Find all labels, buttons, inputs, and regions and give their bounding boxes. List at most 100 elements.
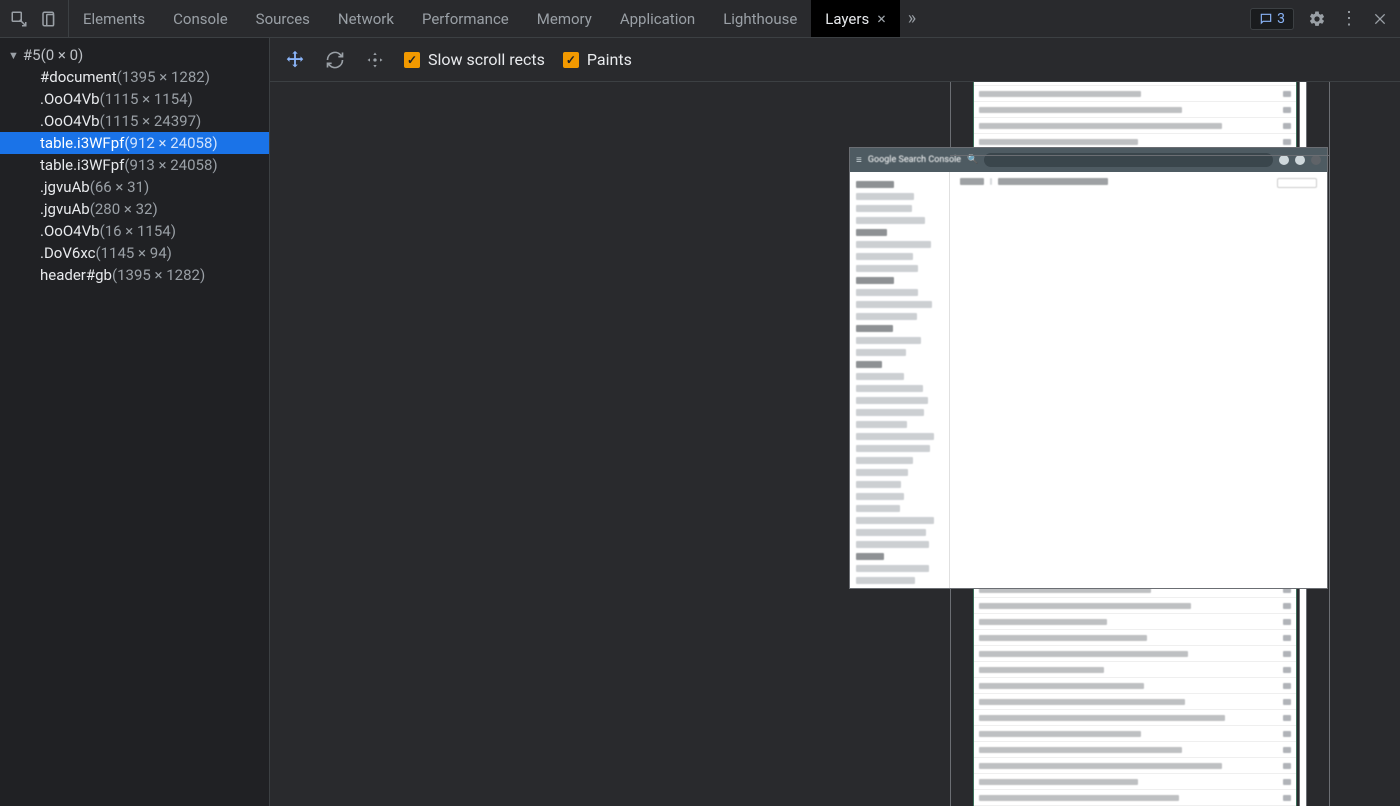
- disclosure-triangle-icon[interactable]: ▼: [8, 49, 19, 62]
- tree-row-label: .jgvuAb: [40, 200, 90, 218]
- tab-network[interactable]: Network: [324, 0, 408, 37]
- tab-lighthouse[interactable]: Lighthouse: [709, 0, 811, 37]
- sidebar-line: [856, 541, 929, 548]
- kebab-icon[interactable]: ⋮: [1340, 8, 1358, 29]
- sidebar-line: [856, 553, 884, 560]
- close-icon[interactable]: ×: [877, 11, 886, 27]
- sidebar-line: [856, 241, 931, 248]
- gear-icon[interactable]: [1308, 10, 1326, 28]
- sidebar-line: [856, 457, 913, 464]
- tree-row-dims: (1115 × 1154): [100, 90, 193, 108]
- sidebar-line: [856, 409, 924, 416]
- sidebar-line: [856, 253, 913, 260]
- reset-view-icon[interactable]: [364, 49, 386, 71]
- search-icon: 🔍: [967, 155, 978, 165]
- sidebar-line: [856, 433, 934, 440]
- tree-row-dims: (66 × 31): [90, 178, 150, 196]
- sidebar-line: [856, 325, 893, 332]
- tab-performance[interactable]: Performance: [408, 0, 523, 37]
- tree-row-label: .OoO4Vb: [40, 222, 100, 240]
- tab-application[interactable]: Application: [606, 0, 709, 37]
- rotate-icon[interactable]: [324, 49, 346, 71]
- sidebar-line: [856, 193, 914, 200]
- sidebar-line: [856, 421, 907, 428]
- layers-view: ✓ Slow scroll rects ✓ Paints ≡ Google Se…: [270, 38, 1400, 806]
- preview-main: [950, 172, 1327, 588]
- sidebar-line: [856, 205, 912, 212]
- sidebar-line: [856, 397, 928, 404]
- tree-row-dims: (1395 × 1282): [117, 68, 210, 86]
- sidebar-line: [856, 361, 882, 368]
- layer-rect-header[interactable]: ≡ Google Search Console 🔍: [850, 148, 1327, 588]
- sidebar-line: [856, 301, 932, 308]
- pan-icon[interactable]: [284, 49, 306, 71]
- tree-row[interactable]: #document(1395 × 1282): [0, 66, 269, 88]
- crumb-a: [960, 178, 984, 185]
- notifications-icon: [1295, 155, 1305, 165]
- issues-badge[interactable]: 3: [1250, 8, 1294, 30]
- sidebar-line: [856, 289, 918, 296]
- tab-console[interactable]: Console: [159, 0, 242, 37]
- layers-canvas[interactable]: ≡ Google Search Console 🔍: [270, 82, 1400, 806]
- layer-rect-outer: [950, 116, 1330, 156]
- tree-root[interactable]: ▼ #5(0 × 0): [0, 44, 269, 66]
- sidebar-line: [856, 493, 904, 500]
- paints-checkbox[interactable]: ✓ Paints: [563, 50, 632, 69]
- apps-icon: [1279, 155, 1289, 165]
- tab-sources[interactable]: Sources: [242, 0, 324, 37]
- tree-row-label: #document: [40, 68, 117, 86]
- close-devtools-icon[interactable]: [1372, 11, 1388, 27]
- tree-row[interactable]: .jgvuAb(66 × 31): [0, 176, 269, 198]
- preview-body: [850, 172, 1327, 588]
- sidebar-line: [856, 313, 917, 320]
- tab-memory[interactable]: Memory: [523, 0, 606, 37]
- tree-row[interactable]: .OoO4Vb(1115 × 24397): [0, 110, 269, 132]
- tree-row-label: .jgvuAb: [40, 178, 90, 196]
- crumb-sep: [990, 178, 992, 185]
- tabbar-leading: [0, 0, 69, 37]
- tabs-overflow-icon[interactable]: »: [900, 0, 924, 37]
- tree-row[interactable]: .OoO4Vb(1115 × 1154): [0, 88, 269, 110]
- tree-row-dims: (913 × 24058): [124, 156, 217, 174]
- sidebar-line: [856, 337, 921, 344]
- slow-scroll-checkbox[interactable]: ✓ Slow scroll rects: [404, 50, 545, 69]
- tree-row[interactable]: table.i3WFpf(913 × 24058): [0, 154, 269, 176]
- export-button: [1277, 178, 1317, 188]
- tabbar-tabs: Elements Console Sources Network Perform…: [69, 0, 1238, 37]
- tree-row-label: .OoO4Vb: [40, 90, 100, 108]
- devtools-tabbar: Elements Console Sources Network Perform…: [0, 0, 1400, 38]
- sidebar-line: [856, 577, 915, 584]
- tree-row[interactable]: table.i3WFpf(912 × 24058): [0, 132, 269, 154]
- crumb-b: [998, 178, 1108, 185]
- sidebar-line: [856, 517, 934, 524]
- tree-row-dims: (16 × 1154): [100, 222, 176, 240]
- checkbox-checked-icon: ✓: [404, 52, 420, 68]
- tree-row-label: .OoO4Vb: [40, 112, 100, 130]
- sidebar-line: [856, 565, 929, 572]
- tree-row-label: .DoV6xc: [40, 244, 95, 262]
- device-toggle-icon[interactable]: [40, 10, 58, 28]
- tree-row[interactable]: .jgvuAb(280 × 32): [0, 198, 269, 220]
- tab-elements[interactable]: Elements: [69, 0, 159, 37]
- inspect-icon[interactable]: [10, 10, 28, 28]
- tree-row[interactable]: .DoV6xc(1145 × 94): [0, 242, 269, 264]
- sidebar-line: [856, 229, 887, 236]
- tree-row[interactable]: .OoO4Vb(16 × 1154): [0, 220, 269, 242]
- sidebar-line: [856, 181, 894, 188]
- sidebar-line: [856, 349, 906, 356]
- sidebar-line: [856, 217, 925, 224]
- tabbar-trailing: 3 ⋮: [1238, 0, 1400, 37]
- tab-label: Layers: [825, 10, 869, 28]
- menu-icon: ≡: [856, 155, 862, 166]
- checkbox-checked-icon: ✓: [563, 52, 579, 68]
- sidebar-line: [856, 385, 923, 392]
- layer-tree-panel: ▼ #5(0 × 0) #document(1395 × 1282).OoO4V…: [0, 38, 270, 806]
- tree-row-label: header#gb: [40, 266, 112, 284]
- slow-scroll-label: Slow scroll rects: [428, 50, 545, 69]
- tree-row[interactable]: header#gb(1395 × 1282): [0, 264, 269, 286]
- tree-row-dims: (1115 × 24397): [100, 112, 202, 130]
- tab-layers[interactable]: Layers ×: [811, 0, 899, 37]
- tree-root-dims: (0 × 0): [41, 46, 84, 64]
- tree-row-dims: (280 × 32): [90, 200, 158, 218]
- preview-brand: Google Search Console: [868, 155, 961, 165]
